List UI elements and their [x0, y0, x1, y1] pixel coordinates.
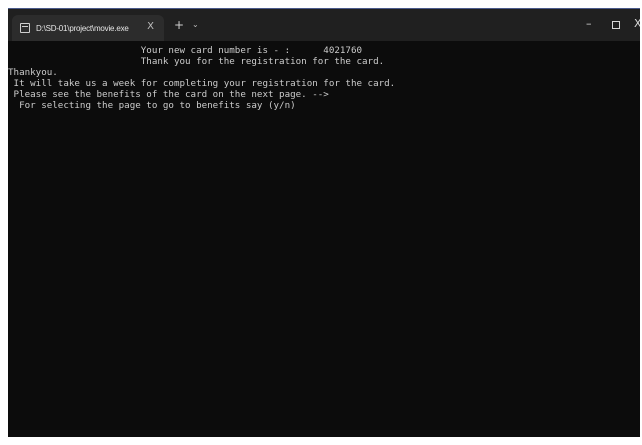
window-border [0, 8, 8, 445]
tab-close-icon[interactable]: X [147, 21, 154, 33]
chevron-down-icon[interactable]: ⌄ [192, 20, 199, 30]
console-line: Thank you for the registration for the c… [8, 56, 385, 67]
terminal-icon [20, 23, 30, 33]
terminal-frame: D:\SD-01\project\movie.exe X + ⌄ – X You… [8, 8, 642, 438]
maximize-icon[interactable] [612, 21, 620, 29]
terminal-window: D:\SD-01\project\movie.exe X + ⌄ – X You… [0, 0, 642, 445]
tab-title: D:\SD-01\project\movie.exe [36, 23, 129, 33]
console-line: Thankyou. [8, 67, 58, 78]
window-border [0, 437, 642, 445]
new-tab-icon[interactable]: + [174, 19, 184, 31]
console-line: Your new card number is - : 4021760 [8, 45, 363, 56]
window-border [0, 0, 642, 8]
console-line: It will take us a week for completing yo… [8, 78, 396, 89]
tab-bar: D:\SD-01\project\movie.exe X + ⌄ – X [8, 9, 642, 41]
console-line: Please see the benefits of the card on t… [8, 89, 329, 100]
tab-movie-exe[interactable]: D:\SD-01\project\movie.exe X [12, 15, 164, 41]
console-line: For selecting the page to go to benefits… [8, 100, 296, 111]
minimize-icon[interactable]: – [586, 18, 592, 30]
console-output[interactable]: Your new card number is - : 4021760 Than… [8, 45, 640, 438]
